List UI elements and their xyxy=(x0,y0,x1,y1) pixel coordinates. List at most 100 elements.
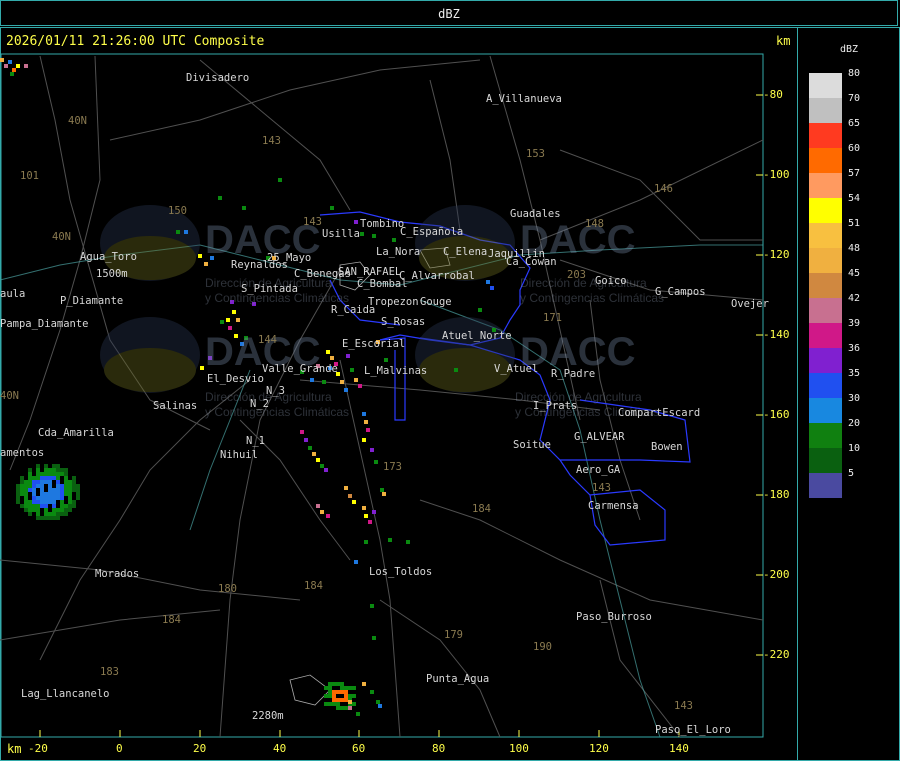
legend-swatch xyxy=(809,248,842,273)
echo-pixel xyxy=(60,488,64,492)
echo-pixel xyxy=(60,500,64,504)
x-tick-label: 120 xyxy=(589,742,609,755)
echo-pixel xyxy=(60,484,64,488)
echo-pixel xyxy=(60,512,64,516)
echo-pixel xyxy=(40,500,44,504)
place-label: La_Nora xyxy=(376,246,421,258)
place-label: Paso_Burroso xyxy=(576,611,652,623)
timestamp-label: 2026/01/11 21:26:00 UTC Composite xyxy=(6,34,265,49)
place-label: 1500m xyxy=(96,268,128,280)
plot-area-border xyxy=(0,53,764,738)
echo-pixel xyxy=(406,540,410,544)
road-label: 148 xyxy=(585,218,604,230)
legend-swatch xyxy=(809,98,842,123)
place-label: Nihuil xyxy=(220,449,258,461)
legend-swatch xyxy=(809,123,842,148)
echo-pixel xyxy=(184,230,188,234)
echo-pixel xyxy=(354,378,358,382)
road-label: 180 xyxy=(218,583,237,595)
echo-pixel xyxy=(478,308,482,312)
echo-pixel xyxy=(40,480,44,484)
echo-pixel xyxy=(32,496,36,500)
echo-pixel xyxy=(242,206,246,210)
echo-pixel xyxy=(362,506,366,510)
echo-pixel xyxy=(68,496,72,500)
echo-pixel xyxy=(44,468,48,472)
echo-pixel xyxy=(348,494,352,498)
echo-pixel xyxy=(486,280,490,284)
echo-pixel xyxy=(362,438,366,442)
echo-pixel xyxy=(36,500,40,504)
echo-pixel xyxy=(36,512,40,516)
echo-pixel xyxy=(76,496,80,500)
place-label: Gouge xyxy=(420,296,452,308)
echo-pixel xyxy=(490,286,494,290)
y-tick-label: -100 xyxy=(763,168,790,181)
place-label: V_Atuel xyxy=(494,363,539,375)
place-label: S_Pintada xyxy=(241,283,298,295)
echo-pixel xyxy=(36,516,40,520)
legend-label: 51 xyxy=(848,218,861,229)
place-label: R_Padre xyxy=(551,368,596,380)
echo-pixel xyxy=(370,604,374,608)
legend-swatch xyxy=(809,298,842,323)
echo-pixel xyxy=(32,476,36,480)
echo-pixel xyxy=(332,702,336,706)
place-label: C_Elena xyxy=(443,246,488,258)
echo-pixel xyxy=(64,484,68,488)
place-label: Ovejer xyxy=(731,298,769,310)
echo-pixel xyxy=(232,310,236,314)
place-label: Morados xyxy=(95,568,140,580)
echo-pixel xyxy=(56,508,60,512)
echo-pixel xyxy=(72,500,76,504)
echo-pixel xyxy=(44,476,48,480)
km-label-top: km xyxy=(776,34,791,48)
echo-pixel xyxy=(348,700,352,704)
echo-pixel xyxy=(48,472,52,476)
echo-pixel xyxy=(16,484,20,488)
place-label: Valle_Grande xyxy=(262,363,338,375)
echo-pixel xyxy=(56,476,60,480)
echo-pixel xyxy=(44,508,48,512)
echo-pixel xyxy=(368,520,372,524)
echo-pixel xyxy=(24,496,28,500)
echo-pixel xyxy=(340,686,344,690)
echo-pixel xyxy=(52,512,56,516)
echo-pixel xyxy=(64,488,68,492)
echo-pixel xyxy=(328,686,332,690)
place-label: Agua_Toro xyxy=(80,251,137,263)
echo-pixel xyxy=(52,468,56,472)
echo-pixel xyxy=(44,480,48,484)
place-label: Lag_Llancanelo xyxy=(21,688,110,700)
place-label: Aero_GA xyxy=(576,464,621,476)
echo-pixel xyxy=(28,512,32,516)
place-label: Bowen xyxy=(651,441,683,453)
echo-pixel xyxy=(48,468,52,472)
echo-pixel xyxy=(304,438,308,442)
place-label: Guadales xyxy=(510,208,561,220)
echo-pixel xyxy=(370,448,374,452)
echo-pixel xyxy=(64,468,68,472)
echo-pixel xyxy=(200,366,204,370)
legend-swatch xyxy=(809,373,842,398)
echo-pixel xyxy=(308,446,312,450)
echo-pixel xyxy=(328,702,332,706)
legend-label: 39 xyxy=(848,318,861,329)
echo-pixel xyxy=(4,64,8,68)
echo-pixel xyxy=(24,480,28,484)
echo-pixel xyxy=(28,488,32,492)
echo-pixel xyxy=(20,492,24,496)
legend-label: 57 xyxy=(848,168,861,179)
echo-pixel xyxy=(332,682,336,686)
echo-pixel xyxy=(348,686,352,690)
x-tick-label: -20 xyxy=(28,742,48,755)
road-label: 171 xyxy=(543,312,562,324)
echo-pixel xyxy=(52,492,56,496)
echo-pixel xyxy=(364,540,368,544)
echo-pixel xyxy=(362,682,366,686)
urban-outlines xyxy=(289,247,451,706)
echo-pixel xyxy=(348,706,352,710)
echo-pixel xyxy=(362,412,366,416)
echo-pixel xyxy=(56,480,60,484)
echo-pixel xyxy=(64,508,68,512)
